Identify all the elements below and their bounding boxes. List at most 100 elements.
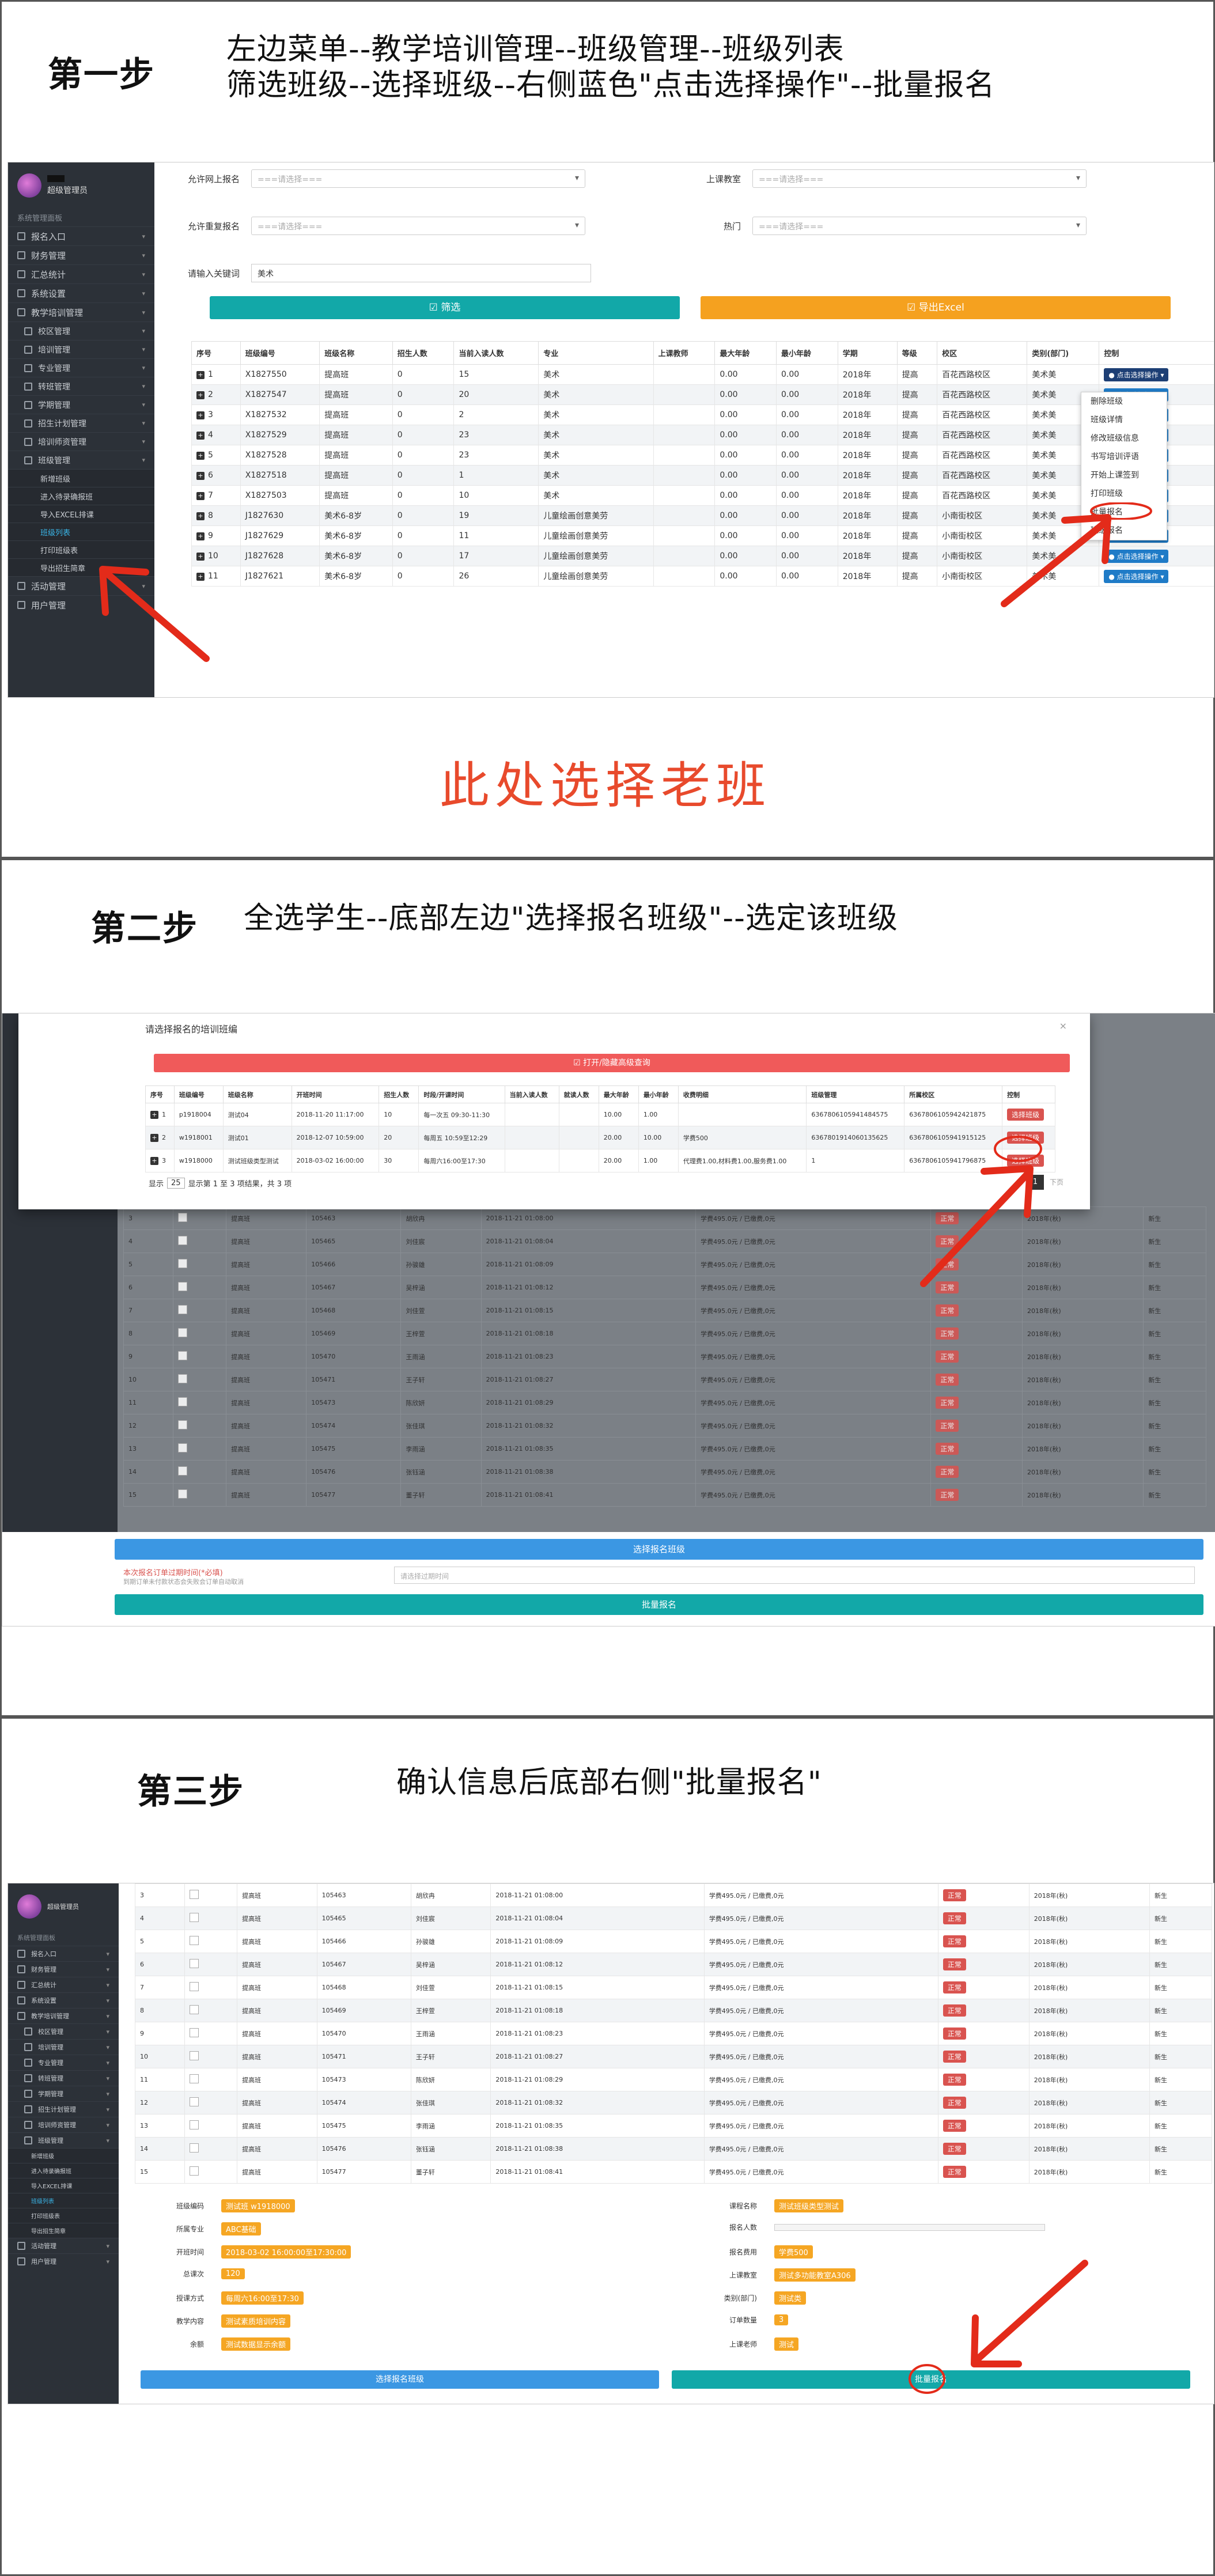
checkbox[interactable] [178,1282,188,1291]
sidebar-class-menu-item[interactable]: 新增班级 [8,2148,119,2163]
expand-icon[interactable]: + [150,1133,158,1142]
table-header-cell[interactable]: 序号 [145,1085,175,1103]
table-row[interactable]: +11 J1827621 美术6-8岁 0 26 儿童绘画创意美劳 0.00 0.00 2018… [191,566,1214,587]
table-header-cell[interactable]: 控制 [1099,341,1214,365]
expand-icon[interactable]: + [150,1156,158,1165]
expand-icon[interactable]: + [196,532,205,540]
sidebar-subitem[interactable]: 培训师资管理 ▾ [8,2117,119,2132]
table-header-cell[interactable]: 招生人数 [378,1085,419,1103]
checkbox[interactable] [178,1328,188,1337]
table-row[interactable]: +1 p1918004 测试04 2018-11-20 11:17:00 10 每一次五 … [145,1103,1055,1126]
select-signup-class-button[interactable]: 选择报名班级 [141,2370,659,2389]
sidebar-subitem[interactable]: 班级管理 ▾ [8,451,154,469]
keyword-input[interactable]: 美术 [251,264,591,282]
sidebar-subitem[interactable]: 学期管理 ▾ [8,2086,119,2101]
table-header-cell[interactable]: 等级 [896,341,938,365]
classroom-select[interactable]: ===请选择=== [752,169,1087,188]
table-header-cell[interactable]: 班级名称 [319,341,393,365]
operation-button[interactable]: ● 点击选择操作 ▾ [1104,549,1169,563]
operation-menu-item[interactable]: 批量报名 [1081,503,1167,521]
checkbox[interactable] [189,1959,199,1968]
page-size-select[interactable]: 25 [167,1178,185,1189]
sidebar-class-menu-item[interactable]: 打印班级表 [8,2208,119,2223]
expand-icon[interactable]: + [196,371,205,379]
sidebar-subitem[interactable]: 转班管理 ▾ [8,377,154,395]
sidebar-item[interactable]: 用户管理 ▾ [8,595,154,614]
sidebar-subitem[interactable]: 专业管理 ▾ [8,2055,119,2070]
table-row[interactable]: 8 提高班 105469 王梓萱 2018-11-21 01:08:18 学费495.0元… [135,1999,1213,2022]
table-row[interactable]: +7 X1827503 提高班 0 10 美术 0.00 0.00 2018年 提高 百花西路校区 美… [191,485,1214,506]
table-header-cell[interactable]: 时段/开课时间 [418,1085,505,1103]
expand-icon[interactable]: + [196,472,205,480]
sidebar-item[interactable]: 财务管理 ▾ [8,1961,119,1977]
table-row[interactable]: +10 J1827628 美术6-8岁 0 17 儿童绘画创意美劳 0.00 0.00 2018… [191,546,1214,566]
table-row[interactable]: +3 w1918000 测试班级类型测试 2018-03-02 16:00:00 30 每… [145,1149,1055,1172]
table-row[interactable]: +9 J1827629 美术6-8岁 0 11 儿童绘画创意美劳 0.00 0.00 2018年… [191,525,1214,546]
select-signup-class-button[interactable]: 选择报名班级 [115,1539,1203,1560]
sidebar-class-menu-item[interactable]: 进入待录确报班 [8,487,154,505]
table-row[interactable]: 7 提高班 105468 刘佳萱 2018-11-21 01:08:15 学费495.0元… [135,1976,1213,1999]
table-row[interactable]: +5 X1827528 提高班 0 23 美术 0.00 0.00 2018年 提高 百花西路校区 美… [191,445,1214,466]
expand-icon[interactable]: + [196,391,205,399]
table-header-cell[interactable]: 当前入读人数 [504,1085,559,1103]
checkbox[interactable] [189,1890,199,1899]
table-header-cell[interactable]: 收费明细 [677,1085,807,1103]
table-row[interactable]: 14 提高班 105476 张钰涵 2018-11-21 01:08:38 学费495.0… [135,2137,1213,2161]
batch-signup-button[interactable]: 批量报名 [115,1594,1203,1615]
operation-button[interactable]: ● 点击选择操作 ▾ [1104,368,1169,381]
checkbox[interactable] [189,2097,199,2106]
checkbox[interactable] [178,1443,188,1452]
filter-button[interactable]: ☑ 筛选 [210,296,680,319]
checkbox[interactable] [178,1305,188,1314]
sidebar-item[interactable]: 财务管理 ▾ [8,245,154,264]
expand-icon[interactable]: + [196,492,205,500]
checkbox[interactable] [178,1259,188,1268]
checkbox[interactable] [189,2051,199,2060]
operation-menu-item[interactable]: 班级报名 [1081,521,1167,540]
export-excel-button[interactable]: ☑ 导出Excel [701,296,1171,319]
table-header-cell[interactable]: 专业 [538,341,654,365]
online-signup-select[interactable]: ===请选择=== [251,169,585,188]
table-header-cell[interactable]: 学期 [837,341,898,365]
table-header-cell[interactable]: 就读人数 [558,1085,599,1103]
sidebar-subitem[interactable]: 校区管理 ▾ [8,2023,119,2039]
sidebar-class-menu-item[interactable]: 进入待录确报班 [8,2163,119,2178]
table-row[interactable]: 10 提高班 105471 王子轩 2018-11-21 01:08:27 学费495.0… [135,2045,1213,2068]
table-row[interactable]: 4 提高班 105465 刘佳宸 2018-11-21 01:08:04 学费495.0元… [135,1907,1213,1930]
table-header-cell[interactable]: 校区 [937,341,1028,365]
sidebar-item[interactable]: 报名入口 ▾ [8,226,154,245]
table-header-cell[interactable]: 班级编号 [173,1085,224,1103]
sidebar-class-menu-item[interactable]: 导入EXCEL排课 [8,2178,119,2193]
checkbox[interactable] [178,1420,188,1429]
checkbox[interactable] [178,1489,188,1499]
expand-icon[interactable]: + [150,1110,158,1119]
table-row[interactable]: +3 X1827532 提高班 0 2 美术 0.00 0.00 2018年 提高 百花西路校区 美术… [191,404,1214,425]
table-row[interactable]: 6 提高班 105467 吴梓涵 2018-11-21 01:08:12 学费495.0元… [135,1953,1213,1976]
table-header-cell[interactable]: 最小年龄 [638,1085,679,1103]
table-row[interactable]: 15 提高班 105477 董子轩 2018-11-21 01:08:41 学费495.0… [135,2160,1213,2184]
table-row[interactable]: 5 提高班 105466 孙骏雄 2018-11-21 01:08:09 学费495.0元… [135,1930,1213,1953]
table-row[interactable]: +2 X1827547 提高班 0 20 美术 0.00 0.00 2018年 提高 百花西路校区 美… [191,384,1214,405]
toggle-advanced-search-button[interactable]: ☑ 打开/隐藏高级查询 [154,1054,1070,1072]
sidebar-class-menu-item[interactable]: 导出招生简章 [8,558,154,576]
expand-icon[interactable]: + [196,452,205,460]
operation-menu-item[interactable]: 书写培训评语 [1081,448,1167,466]
sidebar-item[interactable]: 用户管理 ▾ [8,2253,119,2269]
table-header-cell[interactable]: 上课教师 [653,341,716,365]
table-header-cell[interactable]: 班级管理 [806,1085,905,1103]
table-header-cell[interactable]: 最小年龄 [776,341,838,365]
sidebar-class-menu-item[interactable]: 班级列表 [8,523,154,540]
table-header-cell[interactable]: 所属校区 [904,1085,1003,1103]
table-header-cell[interactable]: 开班时间 [291,1085,380,1103]
table-row[interactable]: +8 J1827630 美术6-8岁 0 19 儿童绘画创意美劳 0.00 0.00 2018年… [191,505,1214,526]
checkbox[interactable] [189,2120,199,2129]
sidebar-item[interactable]: 报名入口 ▾ [8,1946,119,1961]
sidebar-subitem[interactable]: 专业管理 ▾ [8,358,154,377]
table-row[interactable]: +1 X1827550 提高班 0 15 美术 0.00 0.00 2018年 提高 百花西路校区 美… [191,364,1214,385]
operation-menu-item[interactable]: 修改班级信息 [1081,429,1167,448]
table-row[interactable]: 12 提高班 105474 张佳琪 2018-11-21 01:08:32 学费495.0… [135,2091,1213,2114]
sidebar-class-menu-item[interactable]: 导出招生简章 [8,2223,119,2238]
sidebar-class-menu-item[interactable]: 打印班级表 [8,540,154,558]
operation-menu-item[interactable]: 班级详情 [1081,411,1167,429]
checkbox[interactable] [178,1397,188,1406]
